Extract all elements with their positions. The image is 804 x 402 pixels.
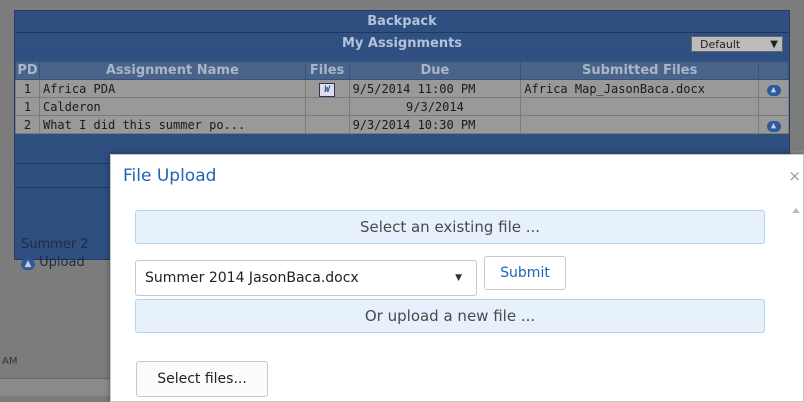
cloud-upload-icon[interactable]: ▲ xyxy=(766,85,781,96)
upload-link[interactable]: ▲ Upload xyxy=(21,255,85,270)
cloud-upload-icon: ▲ xyxy=(21,259,35,270)
filter-select-value: Default xyxy=(700,38,741,51)
existing-file-select-value: Summer 2014 JasonBaca.docx xyxy=(145,270,359,286)
col-upload xyxy=(758,61,789,80)
row-files: W xyxy=(304,79,350,98)
col-files[interactable]: Files xyxy=(304,61,350,80)
background-strip xyxy=(0,378,110,396)
backpack-title: Backpack xyxy=(15,11,789,33)
submit-button[interactable]: Submit xyxy=(484,256,566,290)
row-submitted[interactable]: Africa Map_JasonBaca.docx xyxy=(520,79,759,98)
background-area: AM xyxy=(0,300,110,402)
upload-new-file-section: Or upload a new file ... xyxy=(135,299,765,333)
col-submitted-files[interactable]: Submitted Files xyxy=(520,61,759,80)
col-assignment-name[interactable]: Assignment Name xyxy=(38,61,306,80)
row-files xyxy=(304,115,350,134)
row-files xyxy=(304,97,350,116)
summer-file-link[interactable]: Summer 2 xyxy=(21,237,89,252)
row-due: 9/5/2014 11:00 PM xyxy=(348,79,522,98)
row-pd: 2 xyxy=(15,115,40,134)
cloud-upload-icon[interactable]: ▲ xyxy=(766,121,781,132)
row-due: 9/3/2014 10:30 PM xyxy=(348,115,522,134)
filter-select[interactable]: Default ▼ xyxy=(691,36,783,52)
table-header-row: PD Assignment Name Files Due Submitted F… xyxy=(15,61,789,80)
row-name[interactable]: Africa PDA xyxy=(38,79,306,98)
upload-link-label: Upload xyxy=(39,255,85,270)
dialog-title: File Upload xyxy=(123,166,217,186)
chevron-down-icon: ▼ xyxy=(455,273,462,283)
row-upload: ▲ xyxy=(758,115,789,134)
file-upload-dialog: File Upload × Select an existing file ..… xyxy=(110,154,804,402)
assignments-title: My Assignments xyxy=(341,36,463,51)
row-pd: 1 xyxy=(15,97,40,116)
col-pd[interactable]: PD xyxy=(15,61,40,80)
table-row: 1 Africa PDA W 9/5/2014 11:00 PM Africa … xyxy=(15,79,789,98)
row-submitted xyxy=(520,115,759,134)
row-upload: ▲ xyxy=(758,79,789,98)
word-file-icon[interactable]: W xyxy=(319,82,336,97)
table-row: 2 What I did this summer po... 9/3/2014 … xyxy=(15,115,789,134)
time-fragment: AM xyxy=(2,356,18,367)
assignments-header: My Assignments Default ▼ xyxy=(15,33,789,55)
scroll-up-arrow-icon[interactable] xyxy=(792,208,800,213)
row-name[interactable]: What I did this summer po... xyxy=(38,115,306,134)
existing-file-section: Select an existing file ... xyxy=(135,210,765,244)
screen: Backpack My Assignments Default ▼ PD Ass… xyxy=(0,0,804,402)
assignments-table: PD Assignment Name Files Due Submitted F… xyxy=(15,61,789,134)
col-due[interactable]: Due xyxy=(348,61,522,80)
row-due: 9/3/2014 xyxy=(348,97,522,116)
row-name[interactable]: Calderon xyxy=(38,97,306,116)
select-files-button[interactable]: Select files... xyxy=(136,361,268,397)
close-icon[interactable]: × xyxy=(788,167,801,185)
table-row: 1 Calderon 9/3/2014 xyxy=(15,97,789,116)
row-submitted xyxy=(520,97,759,116)
row-pd: 1 xyxy=(15,79,40,98)
chevron-down-icon: ▼ xyxy=(770,39,778,50)
row-upload xyxy=(758,97,789,116)
dialog-header: File Upload × xyxy=(111,155,803,199)
existing-file-select[interactable]: Summer 2014 JasonBaca.docx ▼ xyxy=(135,260,477,296)
